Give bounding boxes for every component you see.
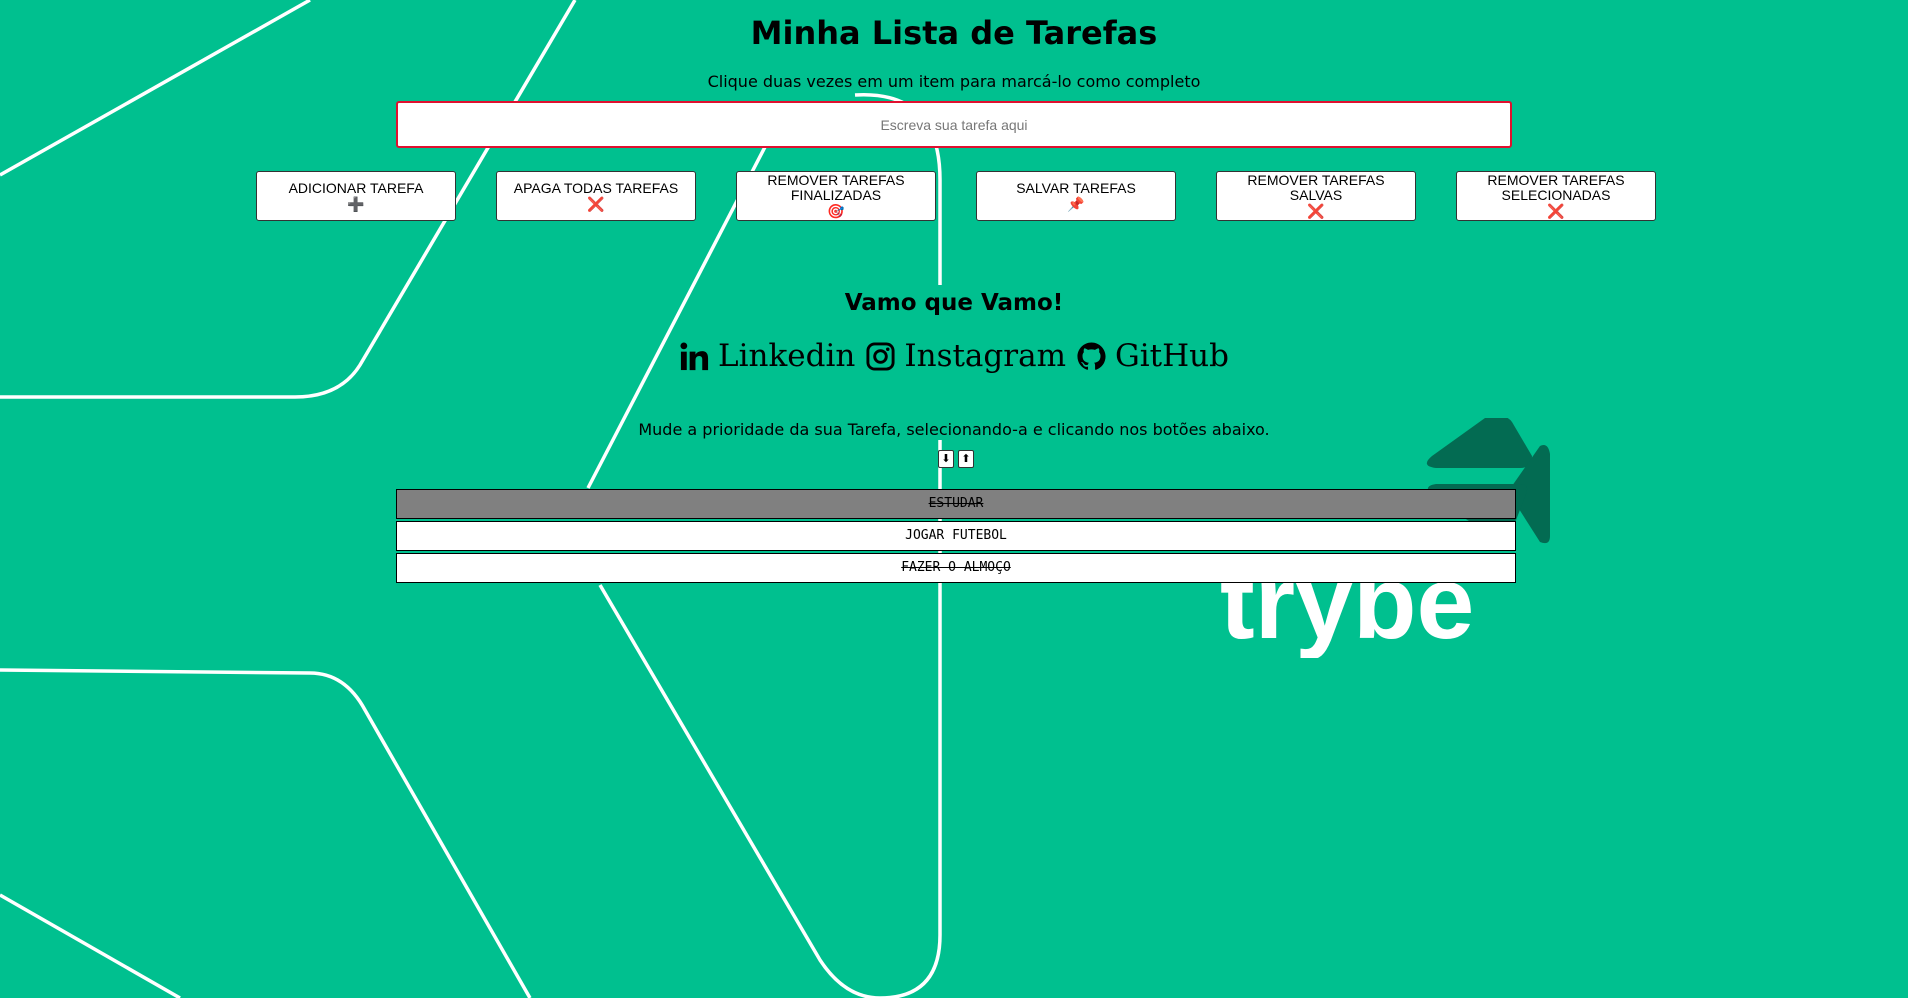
- remove-selected-button[interactable]: REMOVER TAREFAS SELECIONADAS ❌: [1456, 171, 1656, 221]
- remove-saved-button[interactable]: REMOVER TAREFAS SALVAS ❌: [1216, 171, 1416, 221]
- arrow-down-icon: ⬇: [941, 453, 951, 465]
- add-task-button[interactable]: ADICIONAR TAREFA ➕: [256, 171, 456, 221]
- priority-controls: ⬇ ⬆: [938, 450, 974, 468]
- task-input[interactable]: [396, 101, 1512, 148]
- move-up-button[interactable]: ⬆: [958, 450, 974, 468]
- remove-selected-label: REMOVER TAREFAS SELECIONADAS: [1487, 172, 1625, 203]
- plus-icon: ➕: [347, 195, 365, 212]
- instagram-label: Instagram: [904, 338, 1066, 374]
- arrow-up-icon: ⬆: [961, 453, 971, 465]
- pushpin-icon: 📌: [1067, 195, 1085, 212]
- github-icon: [1077, 341, 1106, 370]
- linkedin-link[interactable]: Linkedin: [679, 338, 855, 374]
- linkedin-icon: [680, 341, 709, 370]
- page-title: Minha Lista de Tarefas: [750, 14, 1158, 52]
- remove-saved-label: REMOVER TAREFAS SALVAS: [1247, 172, 1385, 203]
- cross-icon: ❌: [587, 195, 605, 212]
- clear-all-button[interactable]: APAGA TODAS TAREFAS ❌: [496, 171, 696, 221]
- move-down-button[interactable]: ⬇: [938, 450, 954, 468]
- task-item[interactable]: ESTUDAR: [396, 489, 1516, 519]
- add-task-label: ADICIONAR TAREFA: [288, 179, 424, 196]
- clear-all-label: APAGA TODAS TAREFAS: [513, 179, 679, 196]
- task-item[interactable]: FAZER O ALMOÇO: [396, 553, 1516, 583]
- action-buttons: ADICIONAR TAREFA ➕ APAGA TODAS TAREFAS ❌…: [0, 171, 1908, 221]
- instructions-text: Clique duas vezes em um item para marcá-…: [707, 72, 1201, 91]
- remove-finished-label: REMOVER TAREFAS FINALIZADAS: [767, 172, 905, 203]
- save-tasks-label: SALVAR TAREFAS: [1016, 179, 1136, 196]
- instagram-link[interactable]: Instagram: [865, 338, 1066, 374]
- remove-finished-button[interactable]: REMOVER TAREFAS FINALIZADAS 🎯: [736, 171, 936, 221]
- save-tasks-button[interactable]: SALVAR TAREFAS 📌: [976, 171, 1176, 221]
- instagram-icon: [866, 341, 895, 371]
- priority-instructions: Mude a prioridade da sua Tarefa, selecio…: [638, 420, 1270, 439]
- github-link[interactable]: GitHub: [1076, 338, 1229, 374]
- social-links: Linkedin Instagram GitHub: [0, 334, 1908, 378]
- target-icon: 🎯: [827, 203, 845, 219]
- github-label: GitHub: [1114, 338, 1229, 374]
- linkedin-label: Linkedin: [718, 338, 856, 374]
- cross-icon: ❌: [1547, 203, 1565, 219]
- task-list: ESTUDAR JOGAR FUTEBOL FAZER O ALMOÇO: [396, 489, 1516, 585]
- cross-icon: ❌: [1307, 203, 1325, 219]
- section-heading: Vamo que Vamo!: [844, 290, 1064, 316]
- task-item[interactable]: JOGAR FUTEBOL: [396, 521, 1516, 551]
